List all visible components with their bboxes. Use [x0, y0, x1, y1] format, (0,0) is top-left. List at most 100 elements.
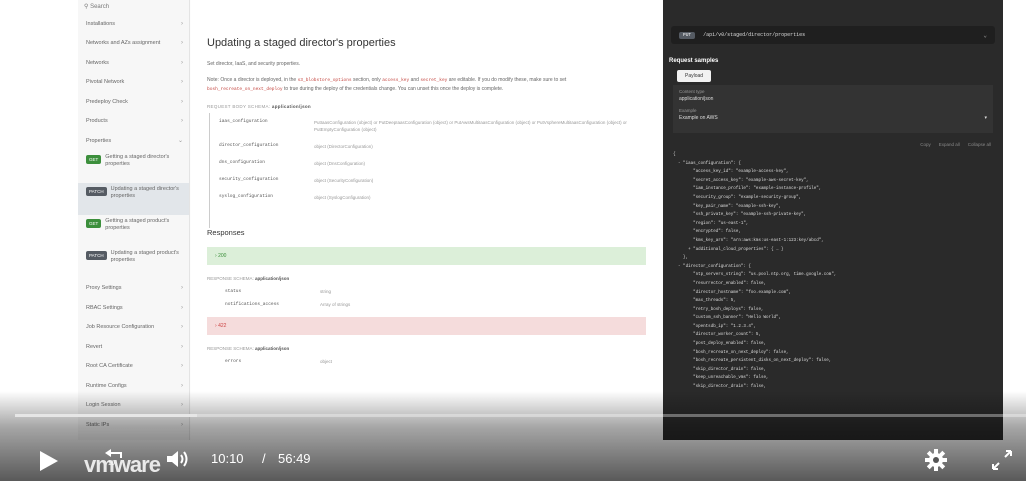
- sidebar-item[interactable]: Networks ›: [78, 53, 189, 73]
- code-line: "ssh_private_key": "example-ssh-private-…: [673, 213, 807, 218]
- sidebar-item[interactable]: Revert ›: [78, 337, 189, 357]
- play-icon[interactable]: [38, 449, 60, 473]
- schema-property[interactable]: director_configuration object (DirectorCo…: [207, 143, 646, 150]
- current-time: 10:10: [211, 451, 244, 466]
- method-badge: GET: [86, 154, 102, 164]
- search-input[interactable]: Search: [90, 4, 109, 10]
- code-line: "resurrector_enabled": false,: [673, 281, 766, 286]
- sidebar-item-label: Products: [86, 118, 108, 125]
- sidebar-item-label: RBAC Settings: [86, 304, 123, 311]
- sidebar-item-label: Installations: [86, 20, 116, 27]
- content-type-label: Content type: [679, 89, 705, 94]
- sidebar-item-label: Root CA Certificate: [86, 363, 133, 370]
- method-badge: PATCH: [86, 250, 107, 260]
- chevron-right-icon: ›: [181, 79, 183, 86]
- sidebar-subitem[interactable]: PATCH Updating a staged director's proper…: [78, 182, 189, 215]
- progress-fill: [15, 414, 197, 417]
- operation-description: Set director, IaaS, and security propert…: [207, 61, 301, 67]
- sidebar-subitem-label: Getting a staged director's properties: [105, 153, 170, 167]
- sidebar-item[interactable]: Installations ›: [78, 14, 189, 34]
- sidebar-subitem[interactable]: GET Getting a staged product's properties: [78, 215, 189, 247]
- code-line: {: [673, 153, 676, 157]
- request-schema-header: REQUEST BODY SCHEMA: application/json: [207, 104, 311, 109]
- response-200-toggle[interactable]: › 200: [207, 247, 646, 265]
- code-line: "kms_key_arn": "arn:aws:kms:us-east-1:12…: [673, 238, 824, 243]
- code-line: "access_key_id": "example-access-key",: [673, 170, 789, 175]
- sidebar-subitem[interactable]: GET Getting a staged director's propertie…: [78, 151, 189, 183]
- chevron-right-icon: ›: [181, 285, 183, 292]
- property-name: director_configuration: [219, 143, 279, 148]
- endpoint-selector[interactable]: PUT /api/v0/staged/director/properties ⌄: [671, 26, 995, 44]
- code-actions: Copy Expand all Collapse all: [663, 142, 991, 147]
- schema-property[interactable]: security_configuration object (SecurityCo…: [207, 177, 646, 184]
- example-select[interactable]: Example on AWS ▾: [679, 113, 987, 127]
- code-line: "region": "us-east-1",: [673, 221, 749, 226]
- code-line: "director_worker_count": 5,: [673, 333, 761, 338]
- response-schema-header-2: RESPONSE SCHEMA: application/json: [207, 346, 290, 351]
- browser-content: ⚲ Search Installations › Networks and AZs …: [78, 0, 1003, 440]
- time-separator: /: [262, 451, 266, 466]
- tab-payload[interactable]: Payload: [677, 70, 712, 82]
- property-name: iaas_configuration: [219, 119, 268, 124]
- response-property: errors object: [225, 359, 333, 364]
- code-line: "bosh_recreate_on_next_deploy": false,: [673, 350, 789, 355]
- code-line: "bosh_recreate_persistent_disks_on_next_…: [673, 359, 832, 364]
- sidebar-item-label: Networks: [86, 59, 109, 66]
- property-type: PutIaasConfiguration (object) or PutDeep…: [314, 120, 627, 132]
- code-line: "keep_unreachable_vms": false,: [673, 376, 769, 381]
- sidebar-subitem-label: Updating a staged product's properties: [110, 249, 179, 263]
- sidebar-item[interactable]: Pivotal Network ›: [78, 73, 189, 93]
- response-property-type: Array of strings: [320, 302, 351, 307]
- chevron-right-icon: ›: [181, 324, 183, 331]
- sidebar-item[interactable]: Predeploy Check ›: [78, 92, 189, 112]
- sidebar-item[interactable]: Proxy Settings ›: [78, 279, 189, 299]
- sidebar-search[interactable]: ⚲ Search: [78, 0, 189, 14]
- property-type: object (SecurityConfiguration): [314, 178, 374, 183]
- chevron-right-icon: ›: [181, 40, 183, 47]
- copy-button[interactable]: Copy: [920, 142, 931, 147]
- sidebar-item[interactable]: RBAC Settings ›: [78, 298, 189, 318]
- collapse-all-button[interactable]: Collapse all: [968, 142, 991, 147]
- expand-all-button[interactable]: Expand all: [939, 142, 960, 147]
- response-422-toggle[interactable]: › 422: [207, 317, 646, 335]
- json-sample: { - "iaas_configuration": { "access_key_…: [673, 151, 1003, 392]
- responses-title: Responses: [207, 228, 245, 237]
- code-line: "ntp_servers_string": "us.pool.ntp.org, …: [673, 273, 837, 278]
- response-property: notifications_access Array of strings: [207, 302, 646, 307]
- skip-back-icon[interactable]: [103, 447, 127, 471]
- endpoint-path: /api/v0/staged/director/properties: [703, 32, 806, 38]
- chevron-right-icon: ›: [181, 118, 183, 125]
- volume-icon[interactable]: [165, 447, 191, 471]
- code-line: "custom_ssh_banner": "Hello World",: [673, 316, 782, 321]
- schema-property[interactable]: syslog_configuration object (SyslogConfig…: [207, 194, 646, 201]
- code-line: "post_deploy_enabled": false,: [673, 342, 766, 347]
- property-name: syslog_configuration: [219, 194, 274, 199]
- sidebar-item[interactable]: Products ›: [78, 112, 189, 132]
- code-line: "iam_instance_profile": "example-instanc…: [673, 187, 822, 192]
- gear-icon[interactable]: [924, 448, 948, 472]
- code-line: "director_hostname": "foo.example.com",: [673, 290, 792, 295]
- sidebar-subitem[interactable]: PATCH Updating a staged product's propert…: [78, 247, 189, 279]
- schema-property[interactable]: dns_configuration object (DnsConfiguratio…: [207, 160, 646, 167]
- sidebar-item[interactable]: Job Resource Configuration ›: [78, 318, 189, 338]
- progress-bar[interactable]: [15, 414, 1026, 417]
- sidebar: ⚲ Search Installations › Networks and AZs …: [78, 0, 190, 440]
- sidebar-item[interactable]: Networks and AZs assignment ›: [78, 34, 189, 54]
- sidebar-item-label: Properties: [86, 137, 112, 144]
- schema-property[interactable]: iaas_configuration PutIaasConfiguration (…: [207, 119, 646, 133]
- response-property-name: status: [225, 289, 242, 294]
- chevron-right-icon: ›: [181, 20, 183, 27]
- response-property-type: string: [320, 289, 332, 294]
- code-line: "encrypted": false,: [673, 230, 741, 235]
- sidebar-item[interactable]: Properties ⌄: [78, 131, 189, 151]
- sidebar-item-label: Runtime Configs: [86, 382, 127, 389]
- property-type: object (SyslogConfiguration): [314, 195, 371, 200]
- code-line: "opentsdb_ip": "1.2.3.4",: [673, 324, 756, 329]
- code-line: - "iaas_configuration": {: [673, 161, 741, 166]
- api-doc-content: Updating a staged director's properties …: [191, 0, 662, 440]
- code-line: "max_threads": 5,: [673, 299, 736, 304]
- sidebar-item[interactable]: Root CA Certificate ›: [78, 357, 189, 377]
- chevron-right-icon: ›: [181, 343, 183, 350]
- code-line: "key_pair_name": "example-ssh-key",: [673, 204, 782, 209]
- fullscreen-icon[interactable]: [990, 448, 1014, 472]
